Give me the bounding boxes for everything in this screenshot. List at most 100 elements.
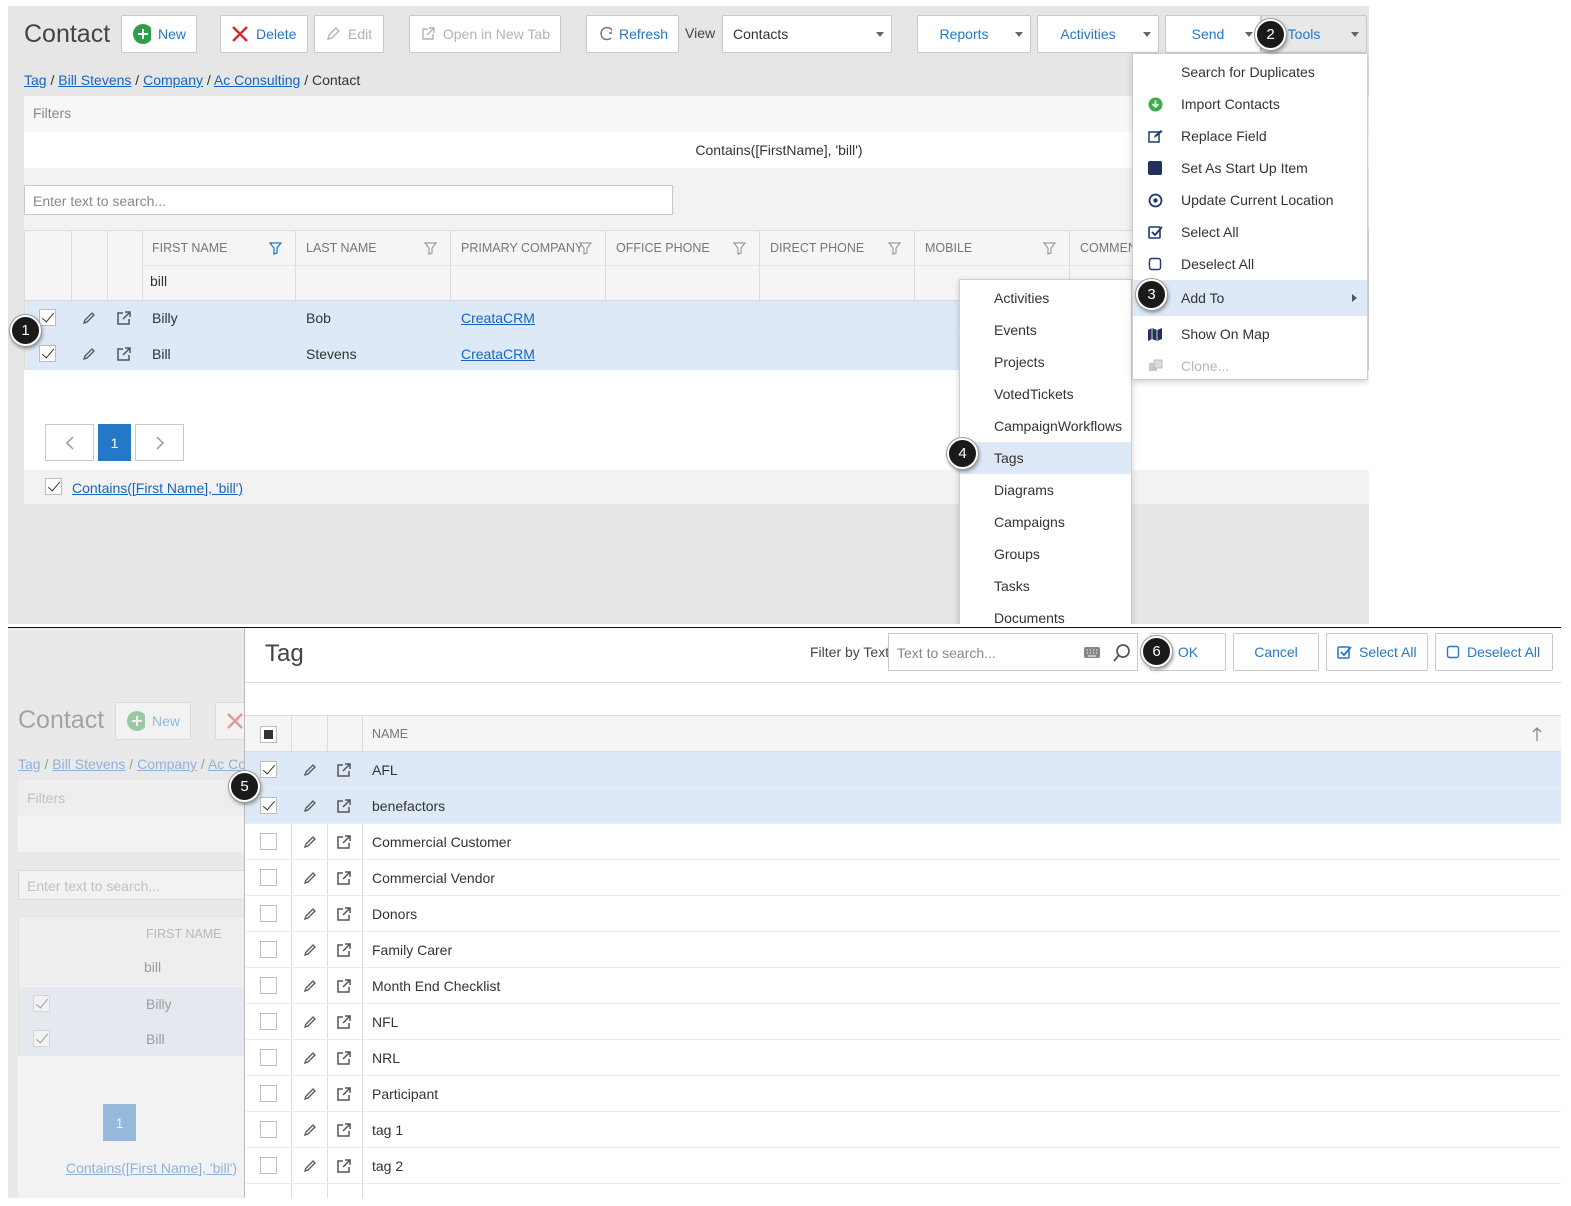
refresh-button[interactable]: Refresh [586, 15, 679, 53]
pencil-icon[interactable] [303, 835, 317, 849]
activities-button[interactable]: Activities [1037, 15, 1159, 53]
col-direct-phone[interactable]: DIRECT PHONE [770, 241, 864, 255]
submenu-item-tasks[interactable]: Tasks [960, 570, 1131, 602]
pencil-icon[interactable] [82, 347, 96, 361]
submenu-item-groups[interactable]: Groups [960, 538, 1131, 570]
keyboard-icon[interactable] [1083, 645, 1101, 661]
pencil-icon[interactable] [303, 799, 317, 813]
pencil-icon[interactable] [303, 1123, 317, 1137]
col-mobile[interactable]: MOBILE [925, 241, 972, 255]
pager-page-1[interactable]: 1 [98, 424, 131, 461]
pencil-icon[interactable] [303, 943, 317, 957]
external-link-icon[interactable] [336, 906, 352, 922]
row-checkbox[interactable] [260, 761, 277, 778]
row-checkbox[interactable] [260, 1157, 277, 1174]
menu-item-clone[interactable]: Clone... [1133, 350, 1367, 382]
table-row[interactable]: tag 1 [245, 1112, 1561, 1148]
search-icon[interactable] [1112, 643, 1132, 663]
submenu-item-votedtickets[interactable]: VotedTickets [960, 378, 1131, 410]
external-link-icon[interactable] [336, 762, 352, 778]
breadcrumb-company[interactable]: Company [143, 72, 203, 88]
breadcrumb-bill-stevens[interactable]: Bill Stevens [58, 72, 131, 88]
external-link-icon[interactable] [336, 1158, 352, 1174]
col-last-name[interactable]: LAST NAME [306, 241, 377, 255]
menu-item-add-to[interactable]: Add To [1133, 280, 1367, 316]
pencil-icon[interactable] [303, 1051, 317, 1065]
pencil-icon[interactable] [303, 763, 317, 777]
external-link-icon[interactable] [336, 870, 352, 886]
table-row[interactable]: Commercial Customer [245, 824, 1561, 860]
table-row[interactable]: benefactors [245, 788, 1561, 824]
row-checkbox[interactable] [260, 977, 277, 994]
select-all-button[interactable]: Select All [1326, 633, 1428, 671]
external-link-icon[interactable] [116, 310, 132, 326]
row-checkbox[interactable] [260, 905, 277, 922]
external-link-icon[interactable] [336, 1050, 352, 1066]
cell-company-link[interactable]: CreataCRM [461, 346, 535, 362]
pencil-icon[interactable] [303, 1087, 317, 1101]
filter-icon[interactable] [888, 242, 901, 255]
table-row[interactable]: Family Carer [245, 932, 1561, 968]
table-row[interactable]: Donors [245, 896, 1561, 932]
menu-item-search-duplicates[interactable]: Search for Duplicates [1133, 56, 1367, 88]
table-row[interactable]: tag 2 [245, 1148, 1561, 1184]
submenu-item-tags[interactable]: Tags [960, 442, 1131, 474]
header-select-checkbox[interactable] [260, 726, 277, 743]
row-checkbox[interactable] [260, 833, 277, 850]
breadcrumb-ac-consulting[interactable]: Ac Consulting [214, 72, 300, 88]
external-link-icon[interactable] [336, 798, 352, 814]
col-comments[interactable]: COMMEN [1080, 241, 1137, 255]
table-row[interactable]: Participant [245, 1076, 1561, 1112]
menu-item-replace-field[interactable]: Replace Field [1133, 120, 1367, 152]
row-checkbox[interactable] [260, 869, 277, 886]
menu-item-import-contacts[interactable]: Import Contacts [1133, 88, 1367, 120]
pencil-icon[interactable] [82, 311, 96, 325]
reports-button[interactable]: Reports [917, 15, 1031, 53]
deselect-all-button[interactable]: Deselect All [1435, 633, 1553, 671]
table-row[interactable]: NFL [245, 1004, 1561, 1040]
row-checkbox[interactable] [260, 797, 277, 814]
open-new-tab-button[interactable]: Open in New Tab [409, 15, 561, 53]
row-checkbox[interactable] [39, 345, 56, 362]
submenu-item-documents[interactable]: Documents [960, 602, 1131, 624]
pager-next-button[interactable] [135, 424, 184, 461]
delete-button[interactable]: Delete [220, 15, 308, 53]
row-checkbox[interactable] [260, 1049, 277, 1066]
filter-icon[interactable] [1043, 242, 1056, 255]
menu-item-update-location[interactable]: Update Current Location [1133, 184, 1367, 216]
new-button[interactable]: New [121, 15, 197, 53]
menu-item-show-on-map[interactable]: Show On Map [1133, 318, 1367, 350]
submenu-item-campaignworkflows[interactable]: CampaignWorkflows [960, 410, 1131, 442]
row-checkbox[interactable] [260, 1085, 277, 1102]
breadcrumb-tag[interactable]: Tag [24, 72, 47, 88]
cell-company-link[interactable]: CreataCRM [461, 310, 535, 326]
menu-item-set-startup[interactable]: Set As Start Up Item [1133, 152, 1367, 184]
col-first-name[interactable]: FIRST NAME [152, 241, 227, 255]
cancel-button[interactable]: Cancel [1233, 633, 1319, 671]
external-link-icon[interactable] [336, 942, 352, 958]
active-filter-link[interactable]: Contains([First Name], 'bill') [72, 480, 243, 496]
submenu-item-campaigns[interactable]: Campaigns [960, 506, 1131, 538]
external-link-icon[interactable] [336, 1086, 352, 1102]
send-button[interactable]: Send [1165, 15, 1261, 53]
dialog-search-input[interactable]: Text to search... [888, 633, 1138, 671]
pencil-icon[interactable] [303, 1159, 317, 1173]
row-checkbox[interactable] [260, 1121, 277, 1138]
external-link-icon[interactable] [336, 978, 352, 994]
external-link-icon[interactable] [116, 346, 132, 362]
edit-button[interactable]: Edit [314, 15, 384, 53]
row-checkbox[interactable] [39, 309, 56, 326]
filter-icon[interactable] [424, 242, 437, 255]
submenu-item-activities[interactable]: Activities [960, 282, 1131, 314]
filter-icon[interactable] [733, 242, 746, 255]
filter-active-icon[interactable] [269, 242, 282, 255]
table-row[interactable]: Month End Checklist [245, 968, 1561, 1004]
submenu-item-projects[interactable]: Projects [960, 346, 1131, 378]
table-row[interactable]: AFL [245, 752, 1561, 788]
external-link-icon[interactable] [336, 1122, 352, 1138]
menu-item-deselect-all[interactable]: Deselect All [1133, 248, 1367, 280]
sort-up-icon[interactable] [1532, 726, 1542, 742]
table-row[interactable]: NRL [245, 1040, 1561, 1076]
search-input[interactable]: Enter text to search... [24, 185, 673, 215]
table-row[interactable]: Commercial Vendor [245, 860, 1561, 896]
